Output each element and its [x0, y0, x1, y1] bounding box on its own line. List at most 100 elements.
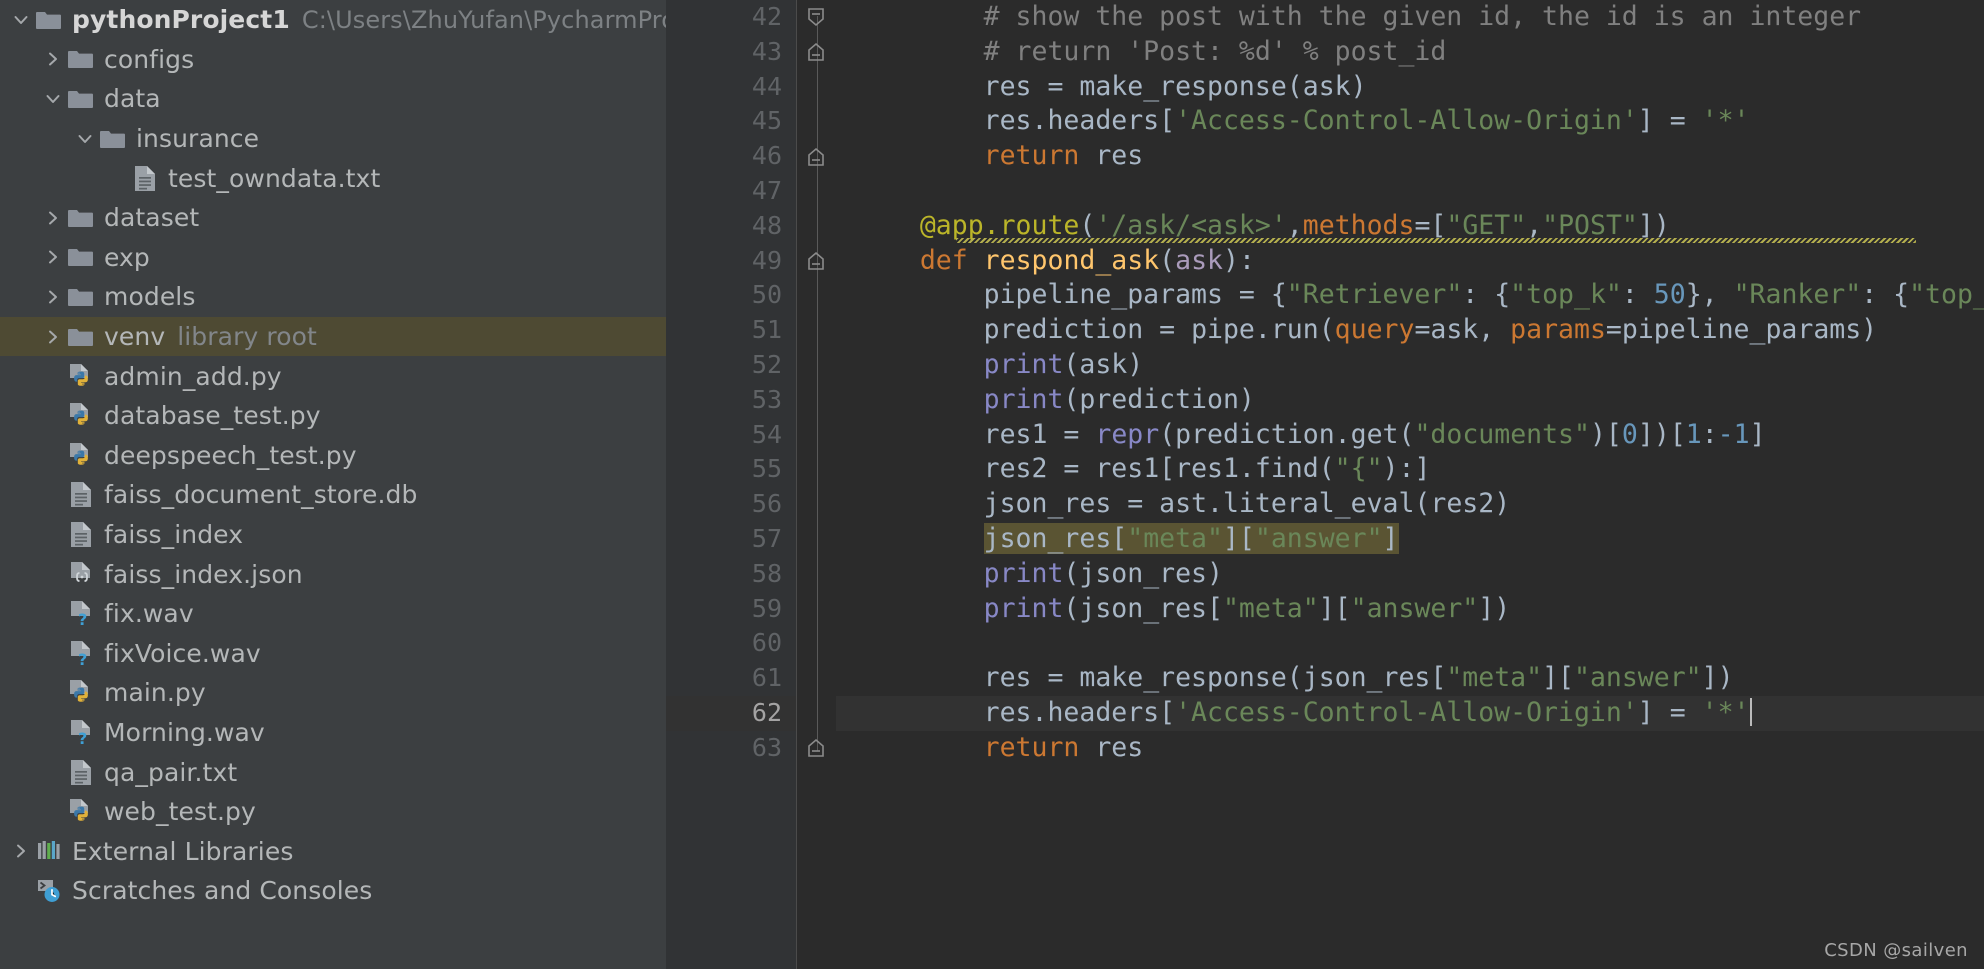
code-token: },	[1685, 279, 1734, 311]
tree-row[interactable]: Scratches and Consoles	[0, 871, 666, 911]
tree-item-label: dataset	[104, 203, 200, 233]
code-token: res	[1079, 140, 1144, 172]
code-line[interactable]: res = make_response(json_res["meta"]["an…	[856, 661, 1734, 696]
code-token: (	[1159, 244, 1176, 276]
tree-item-label: database_test.py	[104, 401, 321, 431]
code-line[interactable]: res1 = repr(prediction.get("documents")[…	[856, 418, 1766, 453]
code-token: ]	[1382, 523, 1399, 554]
code-line[interactable]: # show the post with the given id, the i…	[856, 0, 1862, 35]
code-folding-strip[interactable]	[796, 0, 836, 969]
code-token: res	[856, 662, 1048, 694]
chevron-right-icon[interactable]	[40, 277, 66, 317]
chevron-down-icon[interactable]	[72, 119, 98, 159]
line-number: 62	[751, 698, 782, 727]
tree-row[interactable]: models	[0, 277, 666, 317]
code-token: =[	[1414, 209, 1447, 241]
fold-marker-icon[interactable]	[805, 731, 827, 766]
tree-item-label: models	[104, 282, 196, 312]
chevron-right-icon[interactable]	[40, 198, 66, 238]
line-number: 43	[751, 36, 782, 66]
tree-row[interactable]: External Libraries	[0, 831, 666, 871]
tree-row[interactable]: qa_pair.txt	[0, 752, 666, 792]
fold-marker-icon[interactable]	[805, 139, 827, 174]
code-line[interactable]: print(json_res)	[856, 557, 1223, 592]
chevron-right-icon[interactable]	[40, 317, 66, 357]
code-line[interactable]: res.headers['Access-Control-Allow-Origin…	[856, 696, 1752, 731]
tree-row[interactable]: main.py	[0, 673, 666, 713]
tree-row[interactable]: configs	[0, 40, 666, 80]
folder-icon	[66, 238, 96, 278]
tree-row[interactable]: ? Morning.wav	[0, 713, 666, 753]
tree-row[interactable]: deepspeech_test.py	[0, 436, 666, 476]
code-line[interactable]: def respond_ask(ask):	[856, 244, 1255, 279]
tree-row[interactable]: ? fixVoice.wav	[0, 634, 666, 674]
line-number: 50	[751, 280, 782, 310]
chevron-down-icon[interactable]	[40, 79, 66, 119]
tree-row[interactable]: ? fix.wav	[0, 594, 666, 634]
editor-gutter[interactable]: 42 43 44 45 46 47 48 49 50 51 52 53 54 55 56 57 58 59 60 61…	[666, 0, 796, 969]
code-line[interactable]: json_res = ast.literal_eval(res2)	[856, 487, 1511, 522]
code-line[interactable]: print(ask)	[856, 348, 1144, 383]
code-line[interactable]: return res	[856, 731, 1144, 766]
code-token: ][	[1318, 592, 1351, 624]
code-line[interactable]: print(prediction)	[856, 383, 1255, 418]
code-token: "GET"	[1446, 209, 1527, 241]
tree-row[interactable]: test_owndata.txt	[0, 158, 666, 198]
tree-row[interactable]: venv library root	[0, 316, 666, 357]
tree-item-label: web_test.py	[104, 797, 256, 827]
folder-icon	[66, 317, 96, 357]
tree-row[interactable]: exp	[0, 238, 666, 278]
fold-marker-icon[interactable]	[805, 0, 827, 35]
tree-item-label: test_owndata.txt	[168, 163, 381, 193]
chevron-right-icon[interactable]	[8, 831, 34, 871]
code-token: def	[919, 244, 968, 276]
code-text-area[interactable]: # show the post with the given id, the i…	[836, 0, 1984, 969]
code-line[interactable]: print(json_res["meta"]["answer"])	[856, 592, 1511, 627]
tree-item-label: Morning.wav	[104, 717, 265, 747]
code-token: repr	[1095, 418, 1160, 450]
code-line[interactable]: res2 = res1[res1.find("{"):]	[856, 452, 1431, 487]
code-line[interactable]: res = make_response(ask)	[856, 70, 1367, 105]
tree-row[interactable]: dataset	[0, 198, 666, 238]
tree-item-label: admin_add.py	[104, 361, 282, 391]
code-token: (ask)	[1063, 349, 1144, 380]
code-token: ):	[1223, 244, 1255, 276]
code-line[interactable]: # return 'Post: %d' % post_id	[856, 35, 1447, 70]
tree-row[interactable]: data	[0, 79, 666, 119]
fold-marker-icon[interactable]	[805, 244, 827, 279]
code-line[interactable]: prediction = pipe.run(query=ask, params=…	[856, 313, 1878, 348]
code-token: make_response(json_res[	[1063, 662, 1447, 694]
tree-row-root[interactable]: pythonProject1 C:\Users\ZhuYufan\PycharmP…	[0, 0, 666, 40]
code-token: return	[983, 140, 1080, 172]
code-token: ][	[1222, 523, 1255, 554]
python-file-icon	[66, 792, 96, 832]
project-tool-window[interactable]: pythonProject1 C:\Users\ZhuYufan\PycharmP…	[0, 0, 666, 969]
chevron-right-icon[interactable]	[40, 40, 66, 80]
line-number: 54	[751, 419, 782, 449]
chevron-right-icon[interactable]	[40, 238, 66, 278]
tree-row[interactable]: admin_add.py	[0, 356, 666, 396]
tree-row[interactable]: insurance	[0, 119, 666, 159]
line-number: 61	[751, 663, 782, 693]
tree-row[interactable]: database_test.py	[0, 396, 666, 436]
code-editor[interactable]: 42 43 44 45 46 47 48 49 50 51 52 53 54 55 56 57 58 59 60 61…	[666, 0, 1984, 969]
code-line[interactable]: return res	[856, 139, 1144, 174]
code-line[interactable]: json_res["meta"]["answer"]	[856, 522, 1399, 557]
tree-row[interactable]: faiss_index.json	[0, 554, 666, 594]
tree-row[interactable]: faiss_document_store.db	[0, 475, 666, 515]
chevron-down-icon[interactable]	[8, 0, 34, 40]
code-line[interactable]: pipeline_params = {"Retriever": {"top_k"…	[856, 278, 1984, 313]
fold-region-line	[817, 16, 818, 751]
tree-row[interactable]: web_test.py	[0, 792, 666, 832]
code-token: =ask,	[1414, 314, 1511, 346]
code-line[interactable]: res.headers['Access-Control-Allow-Origin…	[856, 104, 1750, 139]
fold-marker-icon[interactable]	[805, 35, 827, 70]
tree-row[interactable]: faiss_index	[0, 515, 666, 555]
